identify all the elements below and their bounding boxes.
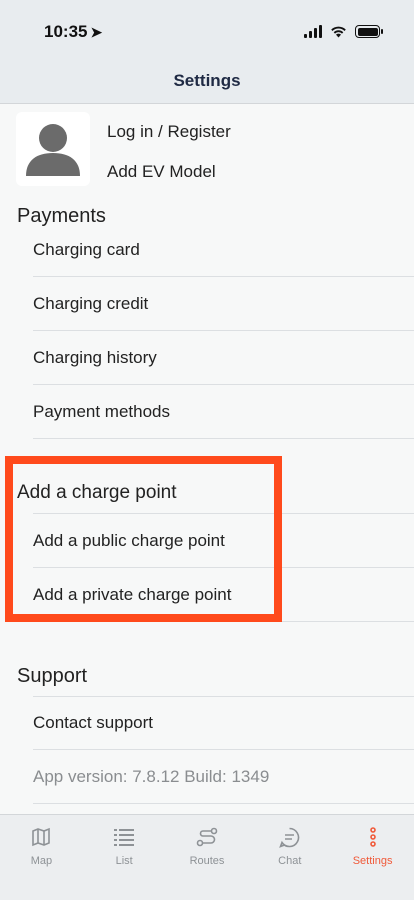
location-arrow-icon: ➤ [90, 24, 103, 40]
charge-point-section-title: Add a charge point [17, 482, 177, 503]
wifi-icon [331, 26, 346, 38]
tab-bar: Map List Routes Chat Settings [0, 814, 414, 900]
tab-chat[interactable]: Chat [248, 815, 331, 900]
page-title: Settings [173, 70, 241, 90]
tab-chat-label: Chat [278, 855, 302, 867]
tab-routes[interactable]: Routes [166, 815, 249, 900]
map-icon [29, 825, 53, 849]
charging-history-item[interactable]: Charging history [33, 331, 414, 385]
tab-list[interactable]: List [83, 815, 166, 900]
status-time: 10:35 ➤ [44, 22, 102, 42]
tab-list-label: List [115, 855, 133, 867]
status-bar: 10:35 ➤ [0, 0, 414, 58]
add-ev-model-link[interactable]: Add EV Model [107, 162, 216, 182]
tab-routes-label: Routes [189, 855, 225, 867]
more-vertical-icon [361, 825, 385, 849]
add-public-charge-point-item[interactable]: Add a public charge point [33, 513, 414, 568]
charging-card-item[interactable]: Charging card [33, 223, 414, 277]
app-version-text: App version: 7.8.12 Build: 1349 [33, 750, 414, 804]
routes-icon [195, 825, 219, 849]
battery-icon [355, 25, 383, 38]
list-icon [112, 825, 136, 849]
login-register-link[interactable]: Log in / Register [107, 122, 231, 142]
user-placeholder-icon [26, 124, 80, 176]
clock-text: 10:35 [44, 22, 88, 41]
add-private-charge-point-item[interactable]: Add a private charge point [33, 568, 414, 622]
payment-methods-item[interactable]: Payment methods [33, 385, 414, 439]
support-section-title: Support [17, 665, 88, 687]
status-icons [304, 25, 383, 38]
tab-settings[interactable]: Settings [331, 815, 414, 900]
tab-map-label: Map [30, 855, 53, 867]
charging-credit-item[interactable]: Charging credit [33, 277, 414, 331]
settings-list[interactable]: Log in / Register Add EV Model Payments … [0, 104, 414, 814]
contact-support-item[interactable]: Contact support [33, 696, 414, 750]
chat-icon [278, 825, 302, 849]
avatar[interactable] [16, 112, 90, 186]
profile-row: Log in / Register Add EV Model [16, 112, 398, 192]
tab-settings-label: Settings [352, 855, 393, 867]
tab-map[interactable]: Map [0, 815, 83, 900]
cellular-signal-icon [304, 25, 322, 38]
navigation-bar: Settings [0, 58, 414, 104]
